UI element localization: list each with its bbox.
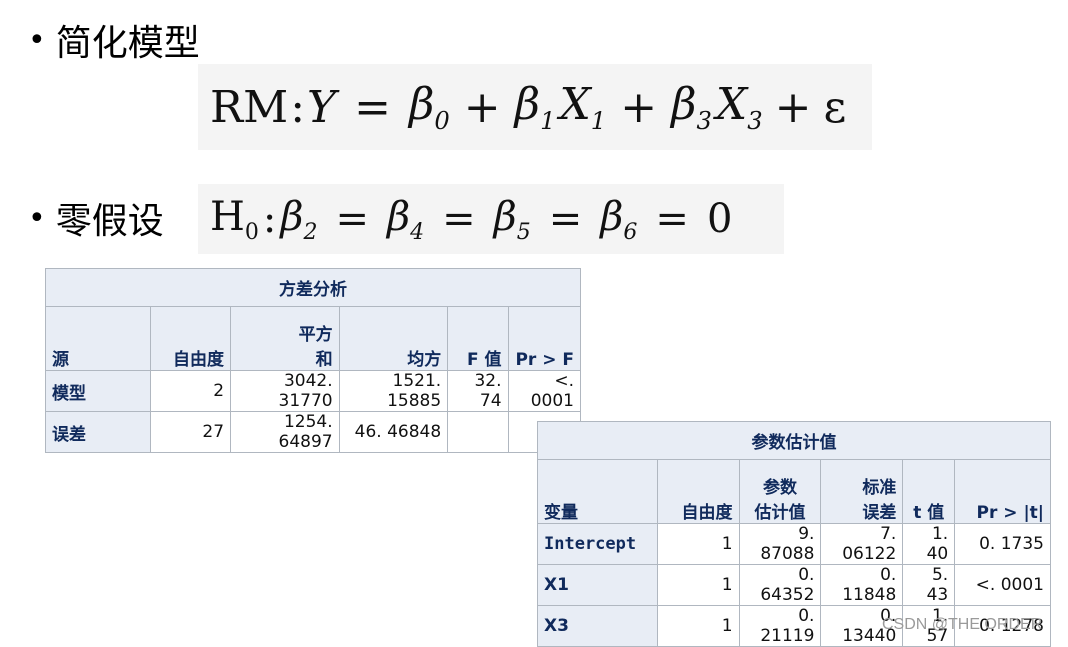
param-cell-df: 1 bbox=[656, 564, 740, 606]
table-row: Intercept 1 9. 87088 7. 06122 1. 40 0. 1… bbox=[537, 523, 1051, 565]
formula-plus: + bbox=[620, 81, 658, 133]
formula-beta1: β1 bbox=[514, 79, 556, 135]
anova-header-f: F 值 bbox=[447, 306, 509, 371]
param-cell-var: Intercept bbox=[537, 523, 658, 565]
formula-equals: = bbox=[442, 196, 476, 242]
anova-header-ss-line1: 平方 bbox=[298, 325, 333, 345]
formula-equals: = bbox=[354, 81, 391, 133]
formula-x1: X1 bbox=[559, 79, 607, 135]
param-cell-p: 0. 1735 bbox=[954, 523, 1051, 565]
null-hypothesis-formula: H0 : β2 = β4 = β5 = β6 = 0 bbox=[198, 184, 784, 254]
param-header-est: 参数 估计值 bbox=[738, 459, 822, 524]
reduced-model-formula: RM : Y = β0 + β1 X1 + β3 X3 + ε bbox=[198, 64, 872, 150]
anova-cell-ms: 46. 46848 bbox=[338, 411, 449, 453]
param-header-est-line2: 估计值 bbox=[754, 503, 806, 523]
param-header-t: t 值 bbox=[902, 459, 956, 524]
formula-beta4: β4 bbox=[387, 193, 425, 245]
anova-cell-df: 2 bbox=[149, 370, 232, 412]
formula-x3: X3 bbox=[715, 79, 763, 135]
anova-cell-df: 27 bbox=[149, 411, 232, 453]
formula-plus: + bbox=[463, 81, 501, 133]
param-cell-df: 1 bbox=[656, 523, 740, 565]
formula-beta3: β3 bbox=[671, 79, 712, 135]
watermark: CSDN @THE ORDER bbox=[882, 616, 1043, 633]
formula-equals: = bbox=[335, 196, 370, 242]
anova-cell-source: 模型 bbox=[45, 370, 151, 412]
anova-header-p: Pr > F bbox=[507, 306, 582, 371]
param-cell-se: 7. 06122 bbox=[820, 523, 904, 565]
parameter-estimates-table: 参数估计值 变量 自由度 参数 估计值 标准 误差 t 值 Pr > |t| I… bbox=[537, 421, 1051, 647]
param-header-est-line1: 参数 bbox=[762, 478, 797, 498]
param-cell-est: 0. 21119 bbox=[738, 605, 822, 647]
bullet-null-hypothesis-text: 零假设 bbox=[55, 201, 164, 242]
anova-cell-ss: 3042. 31770 bbox=[230, 370, 340, 412]
formula-plus: + bbox=[774, 81, 812, 133]
formula-beta6: β6 bbox=[600, 193, 638, 245]
param-header-se-line1: 标准 bbox=[862, 478, 897, 498]
param-header-se-line2: 误差 bbox=[862, 503, 897, 523]
anova-cell-ms: 1521. 15885 bbox=[338, 370, 449, 412]
table-row: 误差 27 1254. 64897 46. 46848 bbox=[45, 411, 582, 453]
anova-cell-f bbox=[447, 411, 509, 453]
param-header-df: 自由度 bbox=[656, 459, 740, 524]
param-caption: 参数估计值 bbox=[537, 421, 1051, 460]
anova-header-df: 自由度 bbox=[149, 306, 232, 371]
table-row: X1 1 0. 64352 0. 11848 5. 43 <. 0001 bbox=[537, 564, 1051, 606]
anova-cell-ss: 1254. 64897 bbox=[230, 411, 340, 453]
bullet-simplified-model: • 简化模型 bbox=[28, 14, 200, 66]
formula-equals: = bbox=[548, 196, 583, 242]
param-header-se: 标准 误差 bbox=[820, 459, 904, 524]
formula-y: Y bbox=[307, 81, 337, 133]
anova-cell-source: 误差 bbox=[45, 411, 151, 453]
bullet-dot: • bbox=[28, 200, 46, 236]
anova-cell-p: <. 0001 bbox=[507, 370, 582, 412]
param-cell-est: 0. 64352 bbox=[738, 564, 822, 606]
param-cell-t: 1. 40 bbox=[902, 523, 956, 565]
param-cell-p: <. 0001 bbox=[954, 564, 1051, 606]
formula-equals: = bbox=[655, 196, 689, 242]
anova-header-ms: 均方 bbox=[338, 306, 449, 371]
param-cell-var: X3 bbox=[537, 605, 658, 647]
param-header-p: Pr > |t| bbox=[954, 459, 1051, 524]
bullet-dot: • bbox=[28, 22, 46, 58]
param-cell-est: 9. 87088 bbox=[738, 523, 822, 565]
formula-rm-label: RM bbox=[210, 81, 289, 133]
anova-caption: 方差分析 bbox=[45, 268, 581, 307]
bullet-simplified-model-text: 简化模型 bbox=[55, 23, 200, 64]
formula-beta2: β2 bbox=[280, 193, 318, 245]
formula-colon: : bbox=[290, 81, 306, 133]
param-cell-var: X1 bbox=[537, 564, 658, 606]
formula-zero: 0 bbox=[706, 196, 733, 242]
anova-cell-f: 32. 74 bbox=[447, 370, 509, 412]
anova-header-ss: 平方 和 bbox=[230, 306, 340, 371]
param-cell-df: 1 bbox=[656, 605, 740, 647]
bullet-null-hypothesis: • 零假设 bbox=[28, 192, 164, 244]
table-row: 模型 2 3042. 31770 1521. 15885 32. 74 <. 0… bbox=[45, 370, 582, 412]
anova-header-source: 源 bbox=[45, 306, 151, 371]
formula-epsilon: ε bbox=[823, 81, 847, 133]
formula-beta5: β5 bbox=[493, 193, 531, 245]
formula-colon: : bbox=[262, 196, 277, 242]
formula-beta0: β0 bbox=[408, 79, 450, 135]
formula-h0: H0 bbox=[210, 193, 259, 245]
param-cell-t: 5. 43 bbox=[902, 564, 956, 606]
anova-header-ss-line2: 和 bbox=[315, 350, 333, 370]
param-header-var: 变量 bbox=[537, 459, 658, 524]
anova-table: 方差分析 源 自由度 平方 和 均方 F 值 Pr > F 模型 2 3042.… bbox=[45, 268, 582, 453]
param-cell-se: 0. 11848 bbox=[820, 564, 904, 606]
